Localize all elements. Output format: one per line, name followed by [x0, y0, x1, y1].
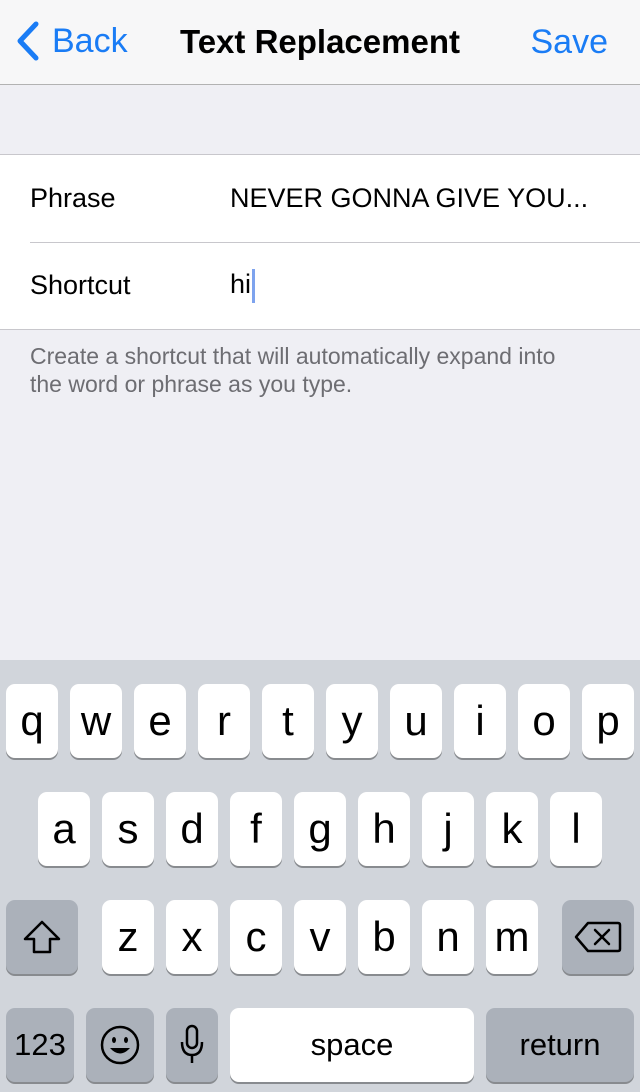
- key-i[interactable]: i: [454, 684, 506, 758]
- key-q[interactable]: q: [6, 684, 58, 758]
- emoji-key[interactable]: [86, 1008, 154, 1082]
- key-d[interactable]: d: [166, 792, 218, 866]
- key-v[interactable]: v: [294, 900, 346, 974]
- space-key[interactable]: space: [230, 1008, 474, 1082]
- text-cursor: [252, 268, 256, 303]
- navigation-bar: Back Text Replacement Save: [0, 0, 640, 85]
- microphone-icon: [180, 1024, 204, 1063]
- save-button[interactable]: Save: [531, 0, 609, 84]
- key-n[interactable]: n: [422, 900, 474, 974]
- back-button[interactable]: Back: [14, 14, 128, 68]
- key-c[interactable]: c: [230, 900, 282, 974]
- key-z[interactable]: z: [102, 900, 154, 974]
- text-replacement-form: Phrase NEVER GONNA GIVE YOU... Shortcut …: [0, 154, 640, 330]
- key-f[interactable]: f: [230, 792, 282, 866]
- shift-key[interactable]: [6, 900, 78, 974]
- shift-icon: [23, 920, 61, 954]
- phrase-label: Phrase: [30, 183, 116, 213]
- key-r[interactable]: r: [198, 684, 250, 758]
- key-m[interactable]: m: [486, 900, 538, 974]
- key-l[interactable]: l: [550, 792, 602, 866]
- dictation-key[interactable]: [166, 1008, 218, 1082]
- numbers-key[interactable]: 123: [6, 1008, 74, 1082]
- key-b[interactable]: b: [358, 900, 410, 974]
- delete-key[interactable]: [562, 900, 634, 974]
- key-y[interactable]: y: [326, 684, 378, 758]
- phrase-field[interactable]: NEVER GONNA GIVE YOU...: [230, 183, 590, 214]
- phrase-row[interactable]: Phrase NEVER GONNA GIVE YOU...: [0, 155, 640, 242]
- shortcut-value: hi: [230, 268, 252, 299]
- shortcut-row[interactable]: Shortcut hi: [0, 242, 640, 329]
- shortcut-label: Shortcut: [30, 270, 131, 300]
- key-t[interactable]: t: [262, 684, 314, 758]
- key-x[interactable]: x: [166, 900, 218, 974]
- key-j[interactable]: j: [422, 792, 474, 866]
- key-k[interactable]: k: [486, 792, 538, 866]
- key-h[interactable]: h: [358, 792, 410, 866]
- footer-hint: Create a shortcut that will automaticall…: [30, 343, 556, 397]
- emoji-icon: [100, 1025, 140, 1065]
- return-key[interactable]: return: [486, 1008, 634, 1082]
- key-g[interactable]: g: [294, 792, 346, 866]
- key-e[interactable]: e: [134, 684, 186, 758]
- back-label: Back: [52, 21, 128, 60]
- key-a[interactable]: a: [38, 792, 90, 866]
- key-u[interactable]: u: [390, 684, 442, 758]
- key-w[interactable]: w: [70, 684, 122, 758]
- delete-icon: [574, 921, 622, 953]
- chevron-left-icon: [17, 21, 39, 61]
- key-p[interactable]: p: [582, 684, 634, 758]
- shortcut-field[interactable]: hi: [230, 268, 590, 303]
- key-s[interactable]: s: [102, 792, 154, 866]
- keyboard: q w e r t y u i o p a s d f g h j k l z …: [0, 660, 640, 1092]
- key-o[interactable]: o: [518, 684, 570, 758]
